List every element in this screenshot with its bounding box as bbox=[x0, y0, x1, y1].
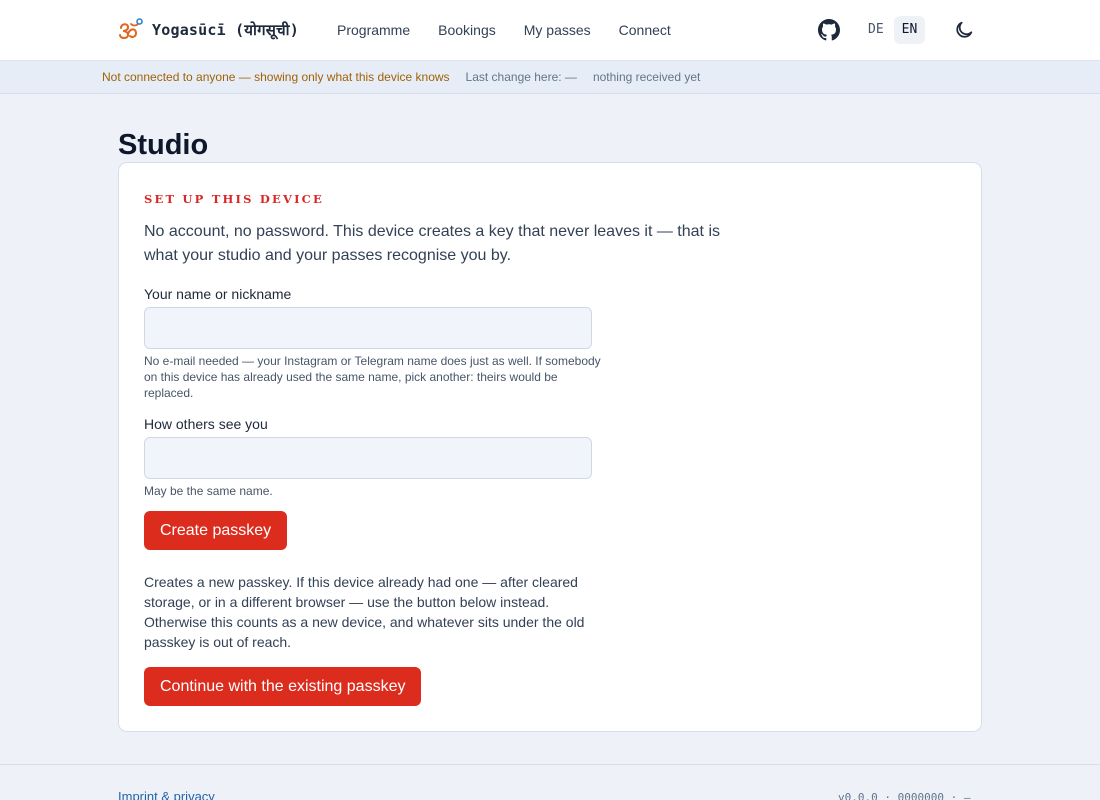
brand-name: Yogasūcī (योगसूची) bbox=[152, 21, 299, 39]
footer-divider bbox=[0, 764, 1100, 765]
lang-de-button[interactable]: DE bbox=[860, 16, 892, 44]
device-setup-card: SET UP THIS DEVICE No account, no passwo… bbox=[118, 162, 982, 732]
intro-text: No account, no password. This device cre… bbox=[144, 223, 720, 264]
card-eyebrow: SET UP THIS DEVICE bbox=[144, 192, 324, 206]
create-passkey-button[interactable]: Create passkey bbox=[144, 511, 288, 550]
display-name-field-label: How others see you bbox=[144, 416, 268, 432]
existing-passkey-button[interactable]: Continue with the existing passkey bbox=[144, 667, 422, 706]
github-icon[interactable] bbox=[818, 19, 840, 41]
nav-item-connect[interactable]: Connect bbox=[619, 21, 671, 39]
lang-en-button[interactable]: EN bbox=[893, 16, 926, 44]
imprint-privacy-link[interactable]: Imprint & privacy bbox=[118, 789, 215, 800]
received-status: nothing received yet bbox=[592, 70, 701, 84]
moon-icon[interactable] bbox=[953, 19, 975, 41]
version-info: v0.0.0 · 0000000 · — bbox=[838, 791, 971, 800]
nav-item-programme[interactable]: Programme bbox=[337, 21, 410, 39]
display-name-input[interactable] bbox=[144, 437, 592, 479]
name-input[interactable] bbox=[144, 307, 592, 349]
name-field-label: Your name or nickname bbox=[144, 286, 292, 302]
top-bar: Yogasūcī (योगसूची) Programme Bookings My… bbox=[0, 0, 1100, 61]
page-title: Studio bbox=[118, 129, 209, 161]
main-nav: Programme Bookings My passes Connect bbox=[337, 21, 671, 39]
last-change-status: Last change here: — bbox=[465, 70, 577, 84]
language-switcher: DE EN bbox=[860, 16, 926, 44]
passkey-note: Creates a new passkey. If this device al… bbox=[144, 574, 585, 650]
nav-item-bookings[interactable]: Bookings bbox=[438, 21, 496, 39]
connection-status: Not connected to anyone — showing only w… bbox=[102, 70, 450, 84]
name-hint: No e-mail needed — your Instagram or Tel… bbox=[144, 354, 601, 400]
brand[interactable]: Yogasūcī (योगसूची) bbox=[118, 18, 299, 42]
om-icon bbox=[119, 18, 143, 40]
display-name-hint: May be the same name. bbox=[144, 484, 273, 498]
nav-item-my-passes[interactable]: My passes bbox=[524, 21, 591, 39]
sync-status-bar: Not connected to anyone — showing only w… bbox=[0, 61, 1100, 94]
